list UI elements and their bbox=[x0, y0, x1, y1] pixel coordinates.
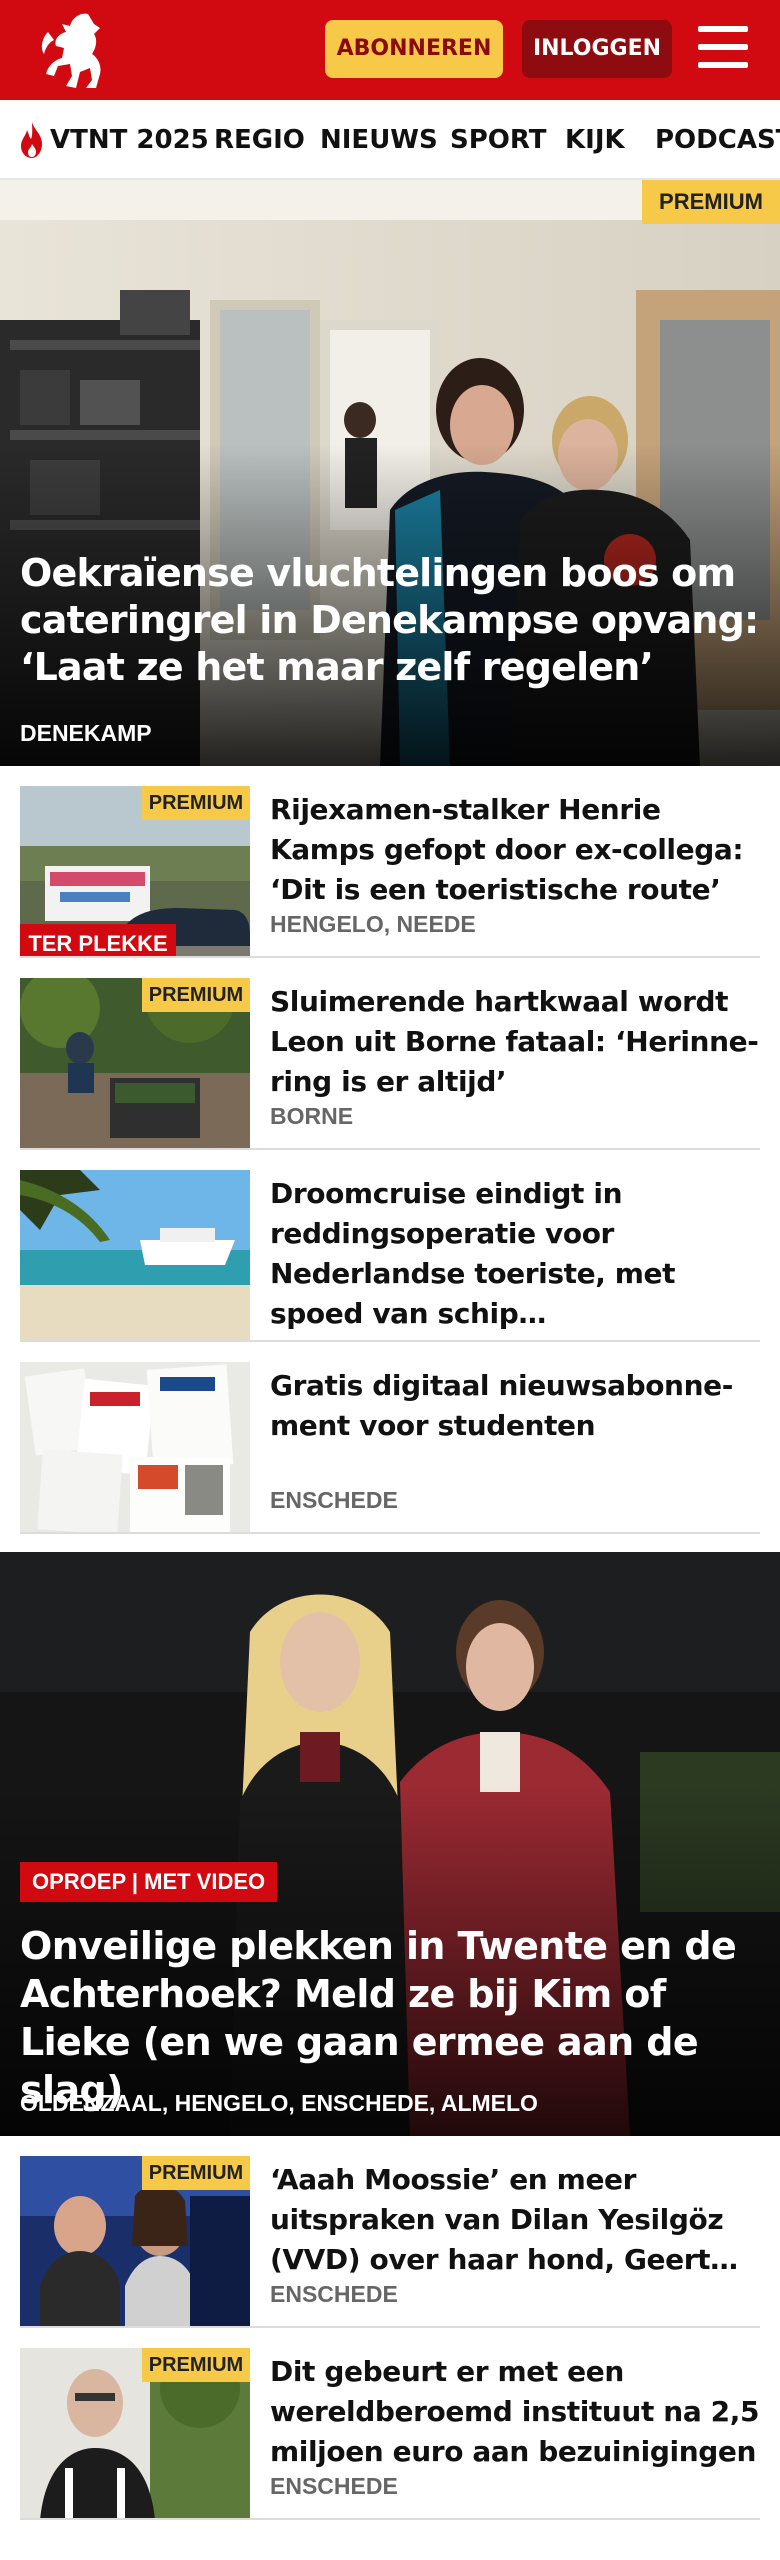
feature-article[interactable]: OPROEP | MET VIDEO Onveilige plekken in … bbox=[0, 1552, 780, 2136]
article-location: BORNE bbox=[270, 1103, 354, 1129]
nav-item-regio[interactable]: REGIO bbox=[214, 100, 305, 178]
article-title[interactable]: ‘Aaah Moossie’ en meer uitspraken van Di… bbox=[270, 2160, 760, 2280]
article-item[interactable]: PREMIUM TER PLEKKE Rijexamen-stalker Hen… bbox=[0, 766, 780, 958]
article-title[interactable]: Rijexamen-stalker Henrie Kamps gefopt do… bbox=[270, 790, 760, 910]
premium-badge: PREMIUM bbox=[142, 786, 250, 820]
article-item[interactable]: Gratis digitaal nieuwsabonne­ment voor s… bbox=[0, 1342, 780, 1534]
article-title[interactable]: Dit gebeurt er met een wereldbe­roemd in… bbox=[270, 2352, 760, 2472]
article-location: ENSCHEDE bbox=[270, 2473, 398, 2499]
feature-location: OLDENZAAL, HENGELO, ENSCHEDE, ALMELO bbox=[20, 2090, 538, 2116]
article-title[interactable]: Sluimerende hartkwaal wordt Leon uit Bor… bbox=[270, 982, 760, 1102]
top-header-bar: ABONNEREN INLOGGEN bbox=[0, 0, 780, 100]
article-title[interactable]: Droomcruise eindigt in reddings­operatie… bbox=[270, 1174, 760, 1334]
hamburger-menu-icon[interactable] bbox=[698, 22, 754, 74]
article-location: ENSCHEDE bbox=[270, 1487, 398, 1513]
hero-headline[interactable]: Oekraïense vluchtelingen boos om caterin… bbox=[20, 550, 760, 691]
article-item[interactable]: PREMIUM Dit gebeurt er met een wereldbe­… bbox=[0, 2328, 780, 2520]
premium-badge: PREMIUM bbox=[642, 180, 780, 224]
article-item[interactable]: PREMIUM ‘Aaah Moossie’ en meer uitsprake… bbox=[0, 2136, 780, 2328]
tubantia-horse-logo-icon[interactable] bbox=[28, 8, 118, 92]
premium-badge: PREMIUM bbox=[142, 2348, 250, 2382]
article-location: ENSCHEDE bbox=[270, 2281, 398, 2307]
section-navigation: VTNT 2025 REGIO NIEUWS SPORT KIJK PODCAS… bbox=[0, 100, 780, 180]
nav-item-vtnt-2025[interactable]: VTNT 2025 bbox=[50, 100, 209, 178]
feature-headline[interactable]: Onveilige plekken in Twente en de Achter… bbox=[20, 1922, 760, 2114]
premium-badge: PREMIUM bbox=[142, 978, 250, 1012]
article-location: HENGELO, NEEDE bbox=[270, 911, 476, 937]
article-thumbnail bbox=[20, 1362, 250, 1534]
article-thumbnail: PREMIUM bbox=[20, 2348, 250, 2520]
flame-icon bbox=[21, 122, 42, 158]
article-thumbnail: PREMIUM bbox=[20, 978, 250, 1150]
hero-article[interactable]: PREMIUM Oekraïense vluchtelingen boos om… bbox=[0, 180, 780, 766]
nav-item-sport[interactable]: SPORT bbox=[450, 100, 546, 178]
login-button[interactable]: INLOGGEN bbox=[522, 20, 672, 78]
nav-item-kijk[interactable]: KIJK bbox=[565, 100, 625, 178]
subscribe-button[interactable]: ABONNEREN bbox=[325, 20, 503, 78]
article-title[interactable]: Gratis digitaal nieuwsabonne­ment voor s… bbox=[270, 1366, 760, 1446]
nav-item-nieuws[interactable]: NIEUWS bbox=[320, 100, 438, 178]
oproep-video-label: OPROEP | MET VIDEO bbox=[20, 1862, 278, 1902]
article-thumbnail: PREMIUM bbox=[20, 2156, 250, 2328]
article-item[interactable]: Droomcruise eindigt in reddings­operatie… bbox=[0, 1150, 780, 1342]
hero-location: DENEKAMP bbox=[20, 720, 152, 746]
article-thumbnail: PREMIUM TER PLEKKE bbox=[20, 786, 250, 958]
premium-badge: PREMIUM bbox=[142, 2156, 250, 2190]
divider bbox=[20, 2518, 760, 2520]
article-thumbnail bbox=[20, 1170, 250, 1342]
nav-item-podcast[interactable]: PODCAST bbox=[655, 100, 780, 178]
article-item[interactable]: PREMIUM Sluimerende hartkwaal wordt Leon… bbox=[0, 958, 780, 1150]
divider bbox=[20, 1532, 760, 1534]
ter-plekke-label: TER PLEKKE bbox=[20, 924, 176, 958]
